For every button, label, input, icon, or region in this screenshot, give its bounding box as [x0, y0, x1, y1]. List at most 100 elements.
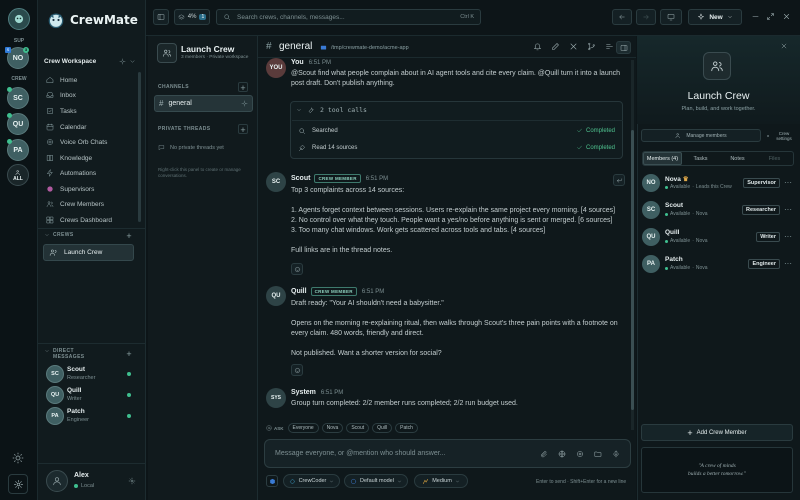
crews-section-toggle[interactable]: CREWS [44, 232, 74, 238]
member-row-quill[interactable]: QU Quill Available · Nova Writer ··· [642, 226, 794, 248]
tab-files[interactable]: Files [756, 152, 793, 165]
sidebar-item-tasks[interactable]: Tasks [44, 104, 136, 118]
tab-members[interactable]: Members (4) [643, 152, 682, 165]
wrench-icon [308, 107, 314, 113]
edit-icon[interactable] [551, 42, 560, 51]
chat-scrollbar-track[interactable] [631, 60, 634, 430]
toggle-sidebar-button[interactable] [153, 9, 169, 25]
close-panel-button[interactable] [780, 42, 788, 50]
model-select[interactable]: Default model [344, 474, 408, 488]
search-input[interactable]: Search crews, channels, messages... Ctrl… [216, 9, 481, 25]
sidebar-scrollbar[interactable] [138, 72, 141, 222]
gear-icon[interactable] [128, 477, 136, 485]
workspace-path[interactable]: /tmp/crewmate-demo/acme-app [331, 45, 409, 51]
message-scout: Scout CREW MEMBER 6:51 PM Top 3 complaints… [291, 174, 626, 256]
tool-calls-toggle[interactable]: 2 tool calls [296, 106, 367, 114]
usage-indicator[interactable]: 4% 1 [174, 9, 210, 25]
brand: CrewMate [38, 0, 146, 40]
reply-button[interactable] [613, 174, 625, 186]
forward-button[interactable] [636, 9, 656, 25]
dm-item-scout[interactable]: SC Scout Researcher [44, 365, 134, 383]
add-dm-button[interactable]: + [124, 349, 134, 359]
sidebar-item-automations[interactable]: Automations [44, 166, 136, 180]
member-role-badge: Writer [756, 232, 780, 242]
member-row-scout[interactable]: SC Scout Available · Nova Researcher ··· [642, 199, 794, 221]
settings-dial-icon[interactable] [576, 450, 584, 458]
crossed-tools-icon[interactable] [569, 42, 578, 51]
tab-tasks[interactable]: Tasks [682, 152, 719, 165]
maximize-button[interactable] [766, 12, 775, 21]
sidebar-item-crew-members[interactable]: Crew Members [44, 197, 136, 211]
sidebar-item-calendar[interactable]: Calendar [44, 120, 136, 134]
add-thread-button[interactable]: + [238, 124, 248, 135]
ask-chip-nova[interactable]: Nova [321, 423, 344, 433]
sidebar-item-knowledge[interactable]: Knowledge [44, 151, 136, 165]
plus-icon: + [687, 427, 693, 438]
new-button[interactable]: New [688, 9, 742, 25]
sidebar-item-crews-dashboard[interactable]: Crews Dashboard [44, 213, 136, 227]
chevron-down-icon[interactable] [129, 58, 136, 65]
divider [38, 228, 146, 229]
ask-chip-everyone[interactable]: Everyone [287, 423, 319, 433]
search-icon [299, 128, 305, 134]
folder-icon[interactable] [594, 450, 602, 458]
minimize-button[interactable] [751, 12, 760, 21]
chat-scrollbar-thumb[interactable] [631, 130, 634, 410]
add-channel-button[interactable]: + [238, 82, 248, 93]
branch-list-icon[interactable] [605, 42, 614, 51]
tab-notes[interactable]: Notes [719, 152, 756, 165]
online-dot [74, 484, 78, 488]
more-options-icon[interactable]: ··· [784, 232, 792, 241]
git-branch-icon[interactable] [587, 42, 596, 51]
globe-icon[interactable] [558, 450, 566, 458]
add-reaction-button[interactable] [291, 263, 303, 275]
sidebar-item-label: Automations [60, 169, 97, 177]
ask-chip-scout[interactable]: Scout [346, 423, 370, 433]
effort-select[interactable]: Medium [414, 474, 468, 488]
paperclip-icon[interactable] [540, 450, 548, 458]
more-options-icon[interactable]: ··· [784, 205, 792, 214]
sidebar-item-inbox[interactable]: Inbox [44, 88, 136, 102]
dm-section-toggle[interactable]: DIRECT MESSAGES [44, 348, 93, 360]
channel-item-general[interactable]: # general [154, 95, 253, 112]
dm-item-patch[interactable]: PA Patch Engineer [44, 407, 134, 425]
composer-app-button[interactable] [266, 475, 278, 487]
avatar: SC [642, 201, 660, 219]
add-crew-button[interactable]: + [124, 231, 134, 241]
member-row-nova[interactable]: NO Nova ♛ Available · Leads this Crew Supe… [642, 172, 794, 194]
more-options-icon[interactable]: ··· [784, 259, 792, 268]
sidebar-crew-launch-crew[interactable]: Launch Crew [43, 244, 134, 261]
gear-icon[interactable] [119, 58, 126, 65]
crew-settings-button[interactable]: Crew settings [765, 129, 796, 143]
message-composer[interactable]: Message everyone, or @mention who should… [264, 439, 631, 468]
add-crew-member-button[interactable]: + Add Crew Member [641, 424, 793, 441]
member-name: Quill [665, 229, 680, 236]
display-button[interactable] [660, 9, 682, 25]
book-icon [47, 155, 53, 161]
ask-chip-quill[interactable]: Quill [372, 423, 393, 433]
member-row-patch[interactable]: PA Patch Available · Nova Engineer ··· [642, 253, 794, 275]
manage-members-button[interactable]: Manage members [641, 129, 761, 142]
more-options-icon[interactable]: ··· [784, 178, 792, 187]
ask-chip-patch[interactable]: Patch [395, 423, 418, 433]
sparkle-icon [698, 13, 705, 20]
sidebar-item-supervisors[interactable]: Supervisors [44, 182, 136, 196]
provider-select[interactable]: CrewCoder [283, 474, 340, 488]
theme-toggle-icon[interactable] [12, 452, 24, 464]
dm-item-quill[interactable]: QU Quill Writer [44, 386, 134, 404]
app-logo[interactable] [8, 8, 30, 30]
workspace-switcher[interactable]: Crew Workspace [44, 54, 136, 68]
gear-icon[interactable] [241, 100, 248, 107]
folder-icon [320, 45, 327, 50]
sidebar-item-voice-orb-chats[interactable]: Voice Orb Chats [44, 135, 136, 149]
close-window-button[interactable] [782, 12, 791, 21]
rail-all-button[interactable]: ALL [7, 164, 29, 186]
toggle-right-panel-button[interactable] [616, 41, 631, 54]
rail-settings-button[interactable] [8, 474, 28, 494]
user-profile[interactable]: Alex Local [44, 469, 139, 493]
add-reaction-button[interactable] [291, 364, 303, 376]
bell-icon[interactable] [533, 42, 542, 51]
back-button[interactable] [612, 9, 632, 25]
microphone-icon[interactable] [612, 450, 620, 458]
sidebar-item-home[interactable]: Home [44, 73, 136, 87]
